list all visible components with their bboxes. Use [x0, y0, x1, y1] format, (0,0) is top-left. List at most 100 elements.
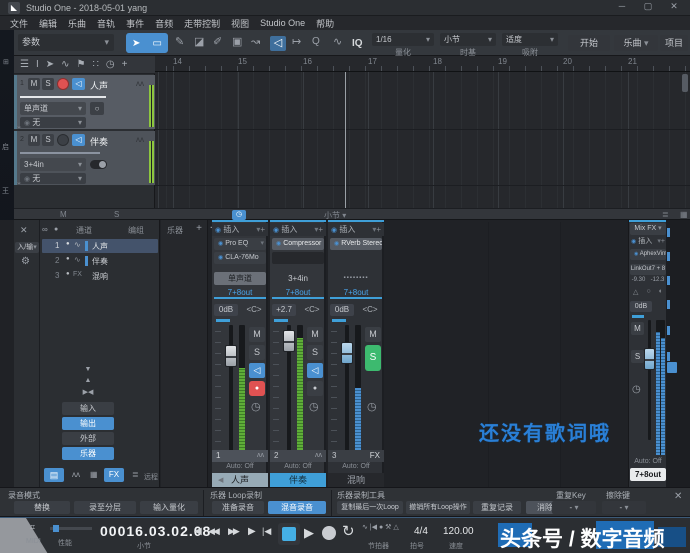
erase-key-dropdown[interactable]: - ▾ [602, 501, 646, 514]
strip-name[interactable]: 伴奏 [270, 473, 326, 487]
console-meter-icon[interactable]: ʌʌ [72, 471, 80, 479]
track-header-vocal[interactable]: 1 M S ◁ 人声 ʌʌ 单声道 ▾ ○ ◉ 无 ▾ [14, 75, 155, 129]
forward-button[interactable]: ▶▶ [228, 527, 238, 536]
insert-slot[interactable]: ◉ CLA-76Mo [214, 252, 266, 264]
monitor-button[interactable]: ◁ [72, 134, 85, 146]
insert-header[interactable]: ◉ 插入▾+ [629, 236, 667, 248]
timesig-display[interactable]: 4/4 [414, 526, 428, 537]
bend-tool-icon[interactable]: ↝ [251, 37, 260, 48]
loop-button[interactable]: ↻ [342, 524, 355, 539]
bank-external-button[interactable]: 外部 [62, 432, 114, 445]
repeat-record-button[interactable]: 重复记录 [473, 501, 521, 514]
main-output-button[interactable]: 7+8out [630, 468, 666, 481]
bank-down-icon[interactable]: ▼ [62, 366, 114, 373]
record-to-layers-button[interactable]: 录至分层 [74, 501, 136, 514]
strip-output[interactable]: 7+8out [214, 286, 266, 299]
insert-slot[interactable]: ◉ RVerb Stereo [330, 238, 382, 250]
insert-slot[interactable]: ◉ Compressor [272, 238, 324, 250]
automation-icon[interactable]: ∿ [61, 59, 69, 70]
clock-icon[interactable]: ◷ [106, 59, 115, 70]
strip-input[interactable]: 3+4in [272, 272, 324, 285]
paint-tool-icon[interactable]: ✐ [213, 37, 222, 48]
solo-button[interactable]: S [365, 345, 381, 371]
repeat-key-dropdown[interactable]: - ▾ [552, 501, 596, 514]
metronome-icon[interactable]: △ [633, 288, 638, 299]
automation-mode[interactable]: Auto: Off [270, 463, 326, 470]
strip-name[interactable]: 混响 [328, 473, 384, 487]
track-name[interactable]: 伴奏 [90, 135, 108, 148]
record-arm-button[interactable] [57, 134, 69, 146]
maximize-button[interactable]: ▢ [638, 2, 658, 11]
automation-clock-icon[interactable]: ◷ [309, 402, 319, 413]
gain-value[interactable]: 0dB [214, 304, 238, 316]
menu-view[interactable]: 视图 [231, 17, 249, 30]
fade-tool-icon[interactable]: ↦ [292, 37, 301, 48]
undo-all-loops-button[interactable]: 撤销所有Loop操作 [406, 501, 470, 514]
footer-solo[interactable]: S [114, 210, 119, 219]
link-icon[interactable]: ∞ [42, 226, 48, 234]
mute-button[interactable]: M [365, 327, 381, 342]
pan-value[interactable]: <C> [300, 304, 324, 316]
channel-row-accomp[interactable]: 2 ● ∿ 伴奏 [42, 254, 158, 268]
mute-button[interactable]: M [28, 134, 40, 146]
pan-bar[interactable] [216, 319, 230, 322]
monitor-button[interactable]: ◁ [307, 363, 323, 378]
listen-tool-icon[interactable]: ◁ [270, 36, 286, 51]
pan-bar[interactable] [332, 319, 346, 322]
gain-value[interactable]: +2.7 [272, 304, 296, 316]
console-close-icon[interactable]: ✕ [20, 226, 28, 235]
menu-edit[interactable]: 编辑 [39, 17, 57, 30]
pencil-tool-icon[interactable]: ✎ [175, 37, 184, 48]
strip-output[interactable]: 7+8out [272, 286, 324, 299]
volume-line[interactable] [20, 152, 100, 154]
rewind-button[interactable]: ◀◀ [208, 527, 218, 536]
mix-record-button[interactable]: 混音录音 [268, 501, 326, 514]
insert-slot-empty[interactable] [272, 252, 324, 264]
bank-up-icon[interactable]: ▲ [62, 377, 114, 384]
params-dropdown[interactable]: 参数 ▾ [18, 34, 114, 51]
mute-button[interactable]: M [307, 327, 323, 342]
performance-slider[interactable] [50, 527, 92, 530]
replace-button[interactable]: 替换 [14, 501, 70, 514]
fader-track[interactable] [648, 320, 651, 440]
console-fx-button[interactable]: FX [104, 468, 124, 482]
mono-icon[interactable]: ◐ [659, 288, 663, 299]
automation-clock-icon[interactable]: ◷ [367, 402, 377, 413]
arrow-tool-icon[interactable]: ➤ [132, 38, 140, 49]
insert-slot[interactable]: ◉ Pro EQ▾ [214, 238, 266, 250]
mixer-strip-vocal[interactable]: ◉ 插入▾+ ◉ Pro EQ▾ ◉ CLA-76Mo 单声道 7+8out 0… [212, 220, 268, 487]
performance-thumb[interactable] [53, 525, 59, 532]
track-header-accomp[interactable]: 2 M S ◁ 伴奏 ʌʌ 3+4in ▾ ◉ 无 ▾ [14, 131, 155, 185]
metronome-cluster[interactable]: ∿ |◀ ● ⚒ △ [362, 524, 412, 532]
footer-clock-button[interactable]: ◷ [232, 210, 246, 220]
pan-value[interactable]: <C> [358, 304, 382, 316]
time-display[interactable]: 00016.03.02.08 [100, 523, 188, 539]
console-grid-icon[interactable]: ▦ [90, 471, 98, 479]
menu-file[interactable]: 文件 [10, 17, 28, 30]
group-icon[interactable]: ∷ [93, 59, 99, 70]
volume-line[interactable] [20, 96, 106, 98]
add-track-icon[interactable]: + [122, 59, 128, 70]
track-list-menu-icon[interactable]: ☰ [20, 59, 29, 70]
menu-audio[interactable]: 音频 [155, 17, 173, 30]
main-out-strip[interactable]: Mix FX ▾ ◉ 插入▾+ ◉ AphexVint.. LinkOut7 +… [628, 220, 666, 487]
channel-row-vocal[interactable]: 1 ● ∿ 人声 [42, 239, 158, 253]
menu-help[interactable]: 帮助 [316, 17, 334, 30]
wrench-icon[interactable]: ⚙ [21, 257, 30, 267]
bank-chip[interactable] [667, 362, 677, 373]
channel-row-reverb[interactable]: 3 ● FX 混响 [42, 269, 158, 283]
bank-output-button[interactable]: 输出 [62, 417, 114, 430]
record-arm-button[interactable]: ● [249, 381, 265, 396]
track-name[interactable]: 人声 [90, 79, 108, 92]
project-page-button[interactable]: 项目 [660, 35, 688, 51]
automation-mode[interactable]: Auto: Off [212, 463, 268, 470]
monitor-button[interactable]: ◁ [249, 363, 265, 378]
eraser-tool-icon[interactable]: ◪ [194, 37, 204, 48]
mute-button[interactable]: M [249, 327, 265, 342]
bank-input-button[interactable]: 输入 [62, 402, 114, 415]
add-instrument-icon[interactable]: + [196, 224, 202, 234]
mixfx-dropdown[interactable]: Mix FX ▾ [630, 223, 666, 235]
options-close-icon[interactable]: ✕ [674, 492, 682, 502]
monitor-button[interactable]: ◁ [72, 78, 85, 90]
track-collapse-caret[interactable]: ⌄ [16, 122, 22, 130]
